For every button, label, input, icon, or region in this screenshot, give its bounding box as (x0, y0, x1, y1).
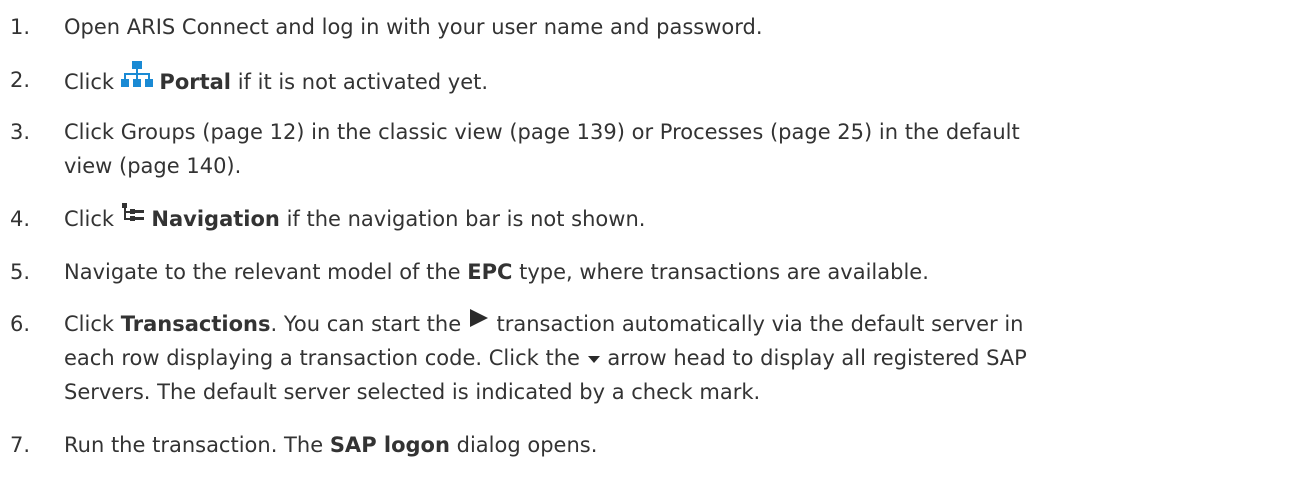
step-text: each row displaying a transaction code. … (64, 341, 1300, 376)
step-number: 1. (10, 15, 31, 39)
step-text-part: if it is not activated yet. (237, 70, 489, 94)
epc-label: EPC (467, 260, 513, 284)
step-text: Navigate to the relevant model of the EP… (64, 255, 1300, 289)
navigation-label: Navigation (151, 207, 280, 231)
step-text-part: Click (64, 207, 115, 231)
sap-logon-label: SAP logon (329, 433, 450, 457)
step-number: 5. (10, 260, 31, 284)
step-text-part: transaction automatically via the defaul… (496, 312, 1024, 336)
step-text-part: arrow head to display all registered SAP (607, 346, 1027, 370)
portal-label: Portal (159, 70, 232, 94)
transactions-label: Transactions (120, 312, 271, 336)
step-text-part: type, where transactions are available. (519, 260, 929, 284)
step-text-part: dialog opens. (456, 433, 598, 457)
step-number: 4. (10, 207, 31, 231)
step-number: 6. (10, 312, 31, 336)
navigation-icon (121, 200, 145, 234)
step-text-part: Click (64, 70, 115, 94)
step-text-part: Run the transaction. The (64, 433, 324, 457)
step-text-part: Navigate to the relevant model of the (64, 260, 461, 284)
step-text-line: Click Groups (page 12) in the classic vi… (64, 120, 1020, 144)
step-text-part: if the navigation bar is not shown. (286, 207, 646, 231)
step-text: Click Portal if it is not activated yet. (64, 60, 1300, 103)
portal-icon (120, 60, 153, 100)
step-text-part: each row displaying a transaction code. … (64, 346, 580, 370)
step-number: 7. (10, 433, 31, 457)
step-text: Click Transactions. You can start the tr… (64, 307, 1300, 342)
step-text-line: Servers. The default server selected is … (64, 380, 761, 404)
step-number: 3. (10, 120, 31, 144)
arrow-head-down-icon (587, 340, 601, 374)
step-text-part: . You can start the (270, 312, 462, 336)
step-text: Open ARIS Connect and log in with your u… (64, 15, 763, 39)
step-number: 2. (10, 68, 31, 92)
play-icon (468, 305, 490, 339)
step-text-line: view (page 140). (64, 154, 242, 178)
step-text-part: Click (64, 312, 115, 336)
step-text: Run the transaction. The SAP logon dialo… (64, 428, 1300, 462)
step-text: Click Navigation if the navigation bar i… (64, 202, 1300, 237)
